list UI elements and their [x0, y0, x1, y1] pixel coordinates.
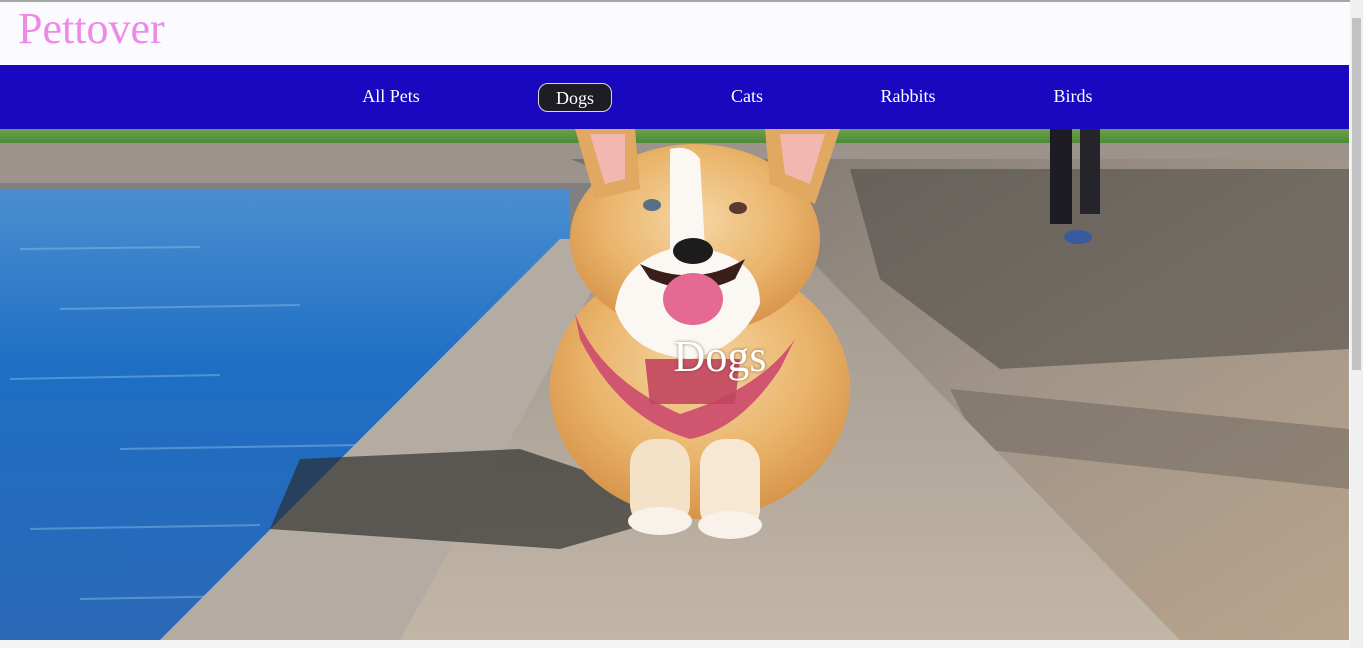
hero-banner: Dogs [0, 129, 1349, 640]
page: Pettover All Pets Dogs Cats Rabbits Bird… [0, 0, 1363, 648]
nav-item-all-pets[interactable]: All Pets [362, 84, 420, 112]
site-logo[interactable]: Pettover [18, 5, 165, 53]
hero-title: Dogs [673, 332, 767, 381]
nav-item-rabbits[interactable]: Rabbits [880, 84, 935, 112]
hero-image-corgi [0, 129, 1349, 640]
main-navbar: All Pets Dogs Cats Rabbits Birds [0, 65, 1349, 129]
page-bottom-strip [0, 640, 1350, 648]
vertical-scrollbar[interactable] [1350, 0, 1363, 648]
nav-item-cats[interactable]: Cats [731, 84, 763, 112]
nav-item-dogs[interactable]: Dogs [537, 83, 613, 112]
nav-item-birds[interactable]: Birds [1053, 84, 1092, 112]
scrollbar-thumb[interactable] [1352, 18, 1361, 370]
site-header: Pettover [0, 2, 1350, 65]
